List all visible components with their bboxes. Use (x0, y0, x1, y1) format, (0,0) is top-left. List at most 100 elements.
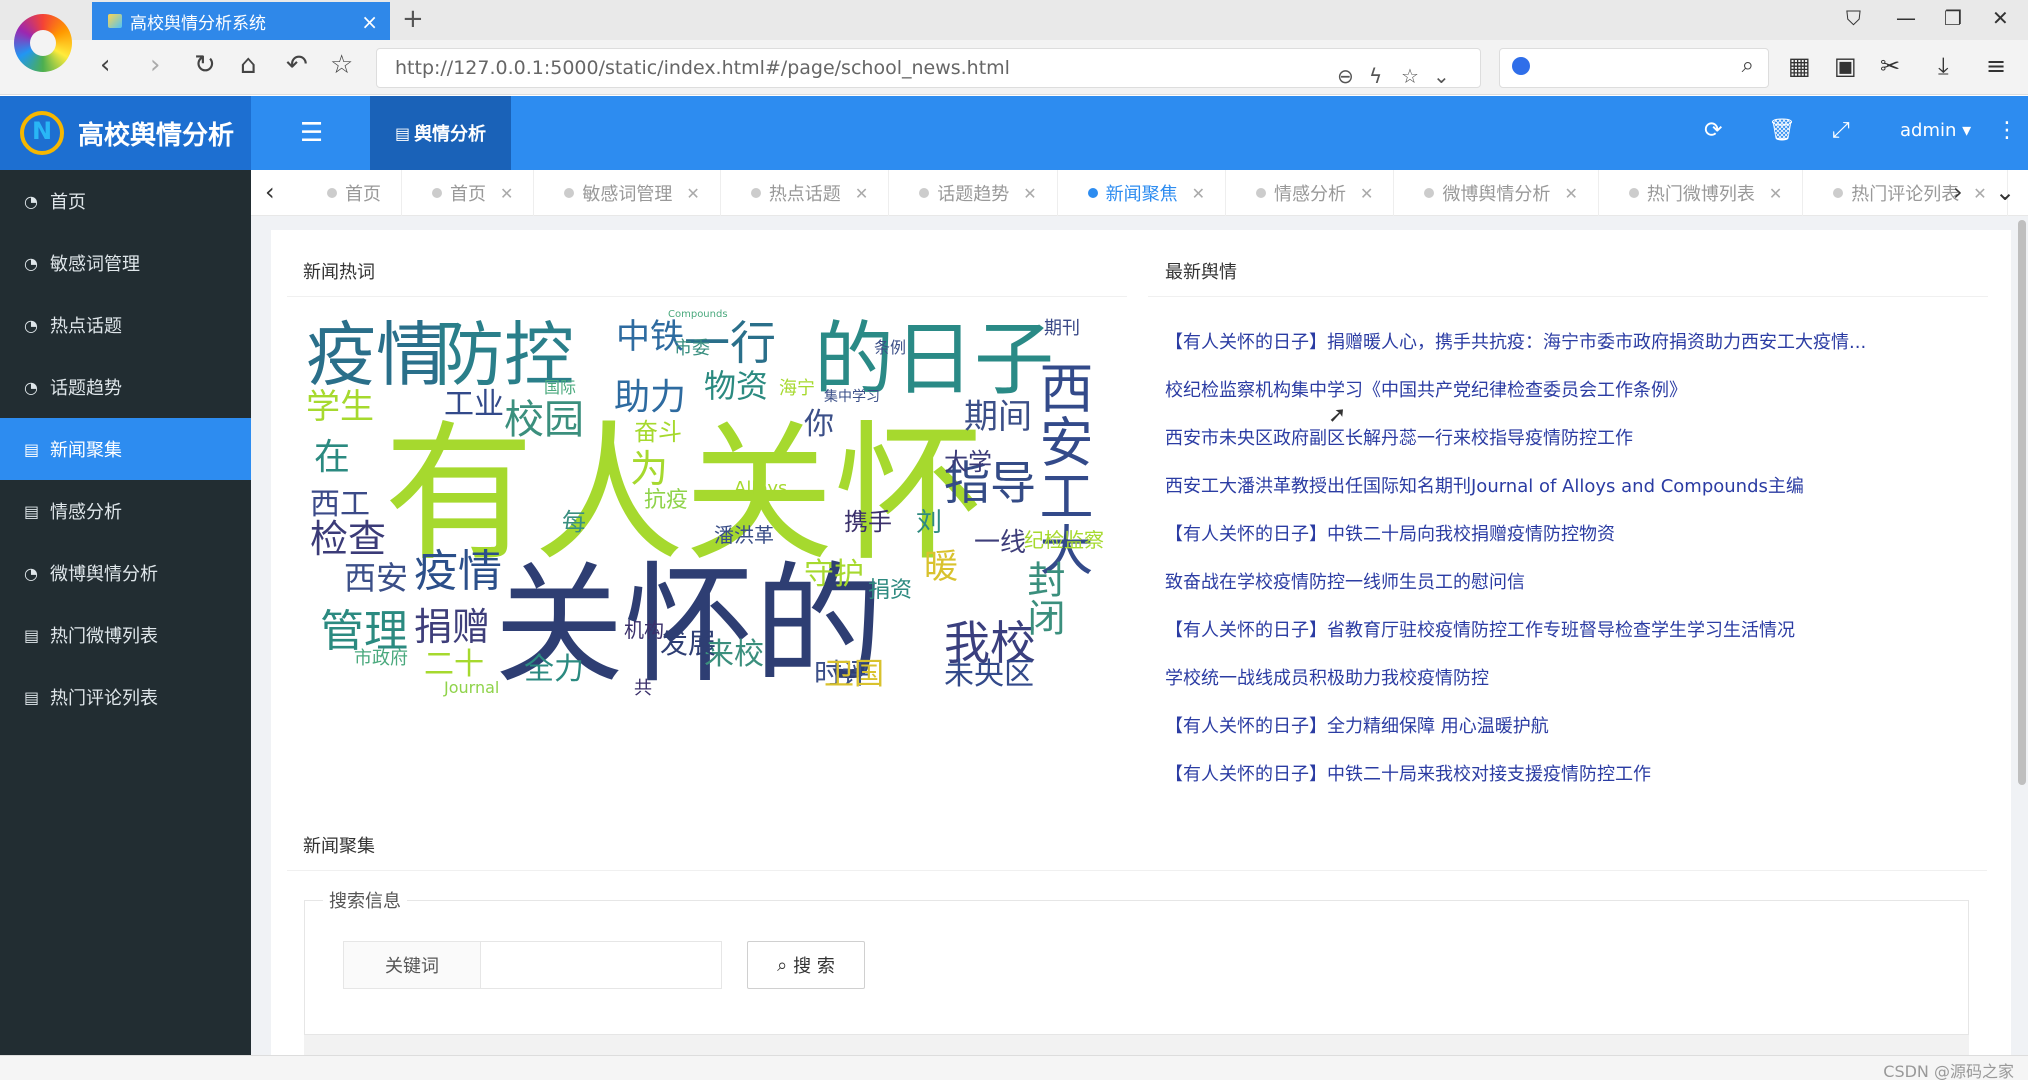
back-icon[interactable]: ‹ (100, 50, 110, 80)
sidebar-item-label: 首页 (50, 192, 86, 213)
close-window-icon[interactable]: ✕ (1992, 6, 2009, 30)
url-text: http://127.0.0.1:5000/static/index.html#… (395, 57, 1010, 79)
sidebar-item-topic-trends[interactable]: ◔ 话题趋势 (0, 356, 251, 418)
close-icon[interactable]: ✕ (500, 184, 513, 203)
undo-icon[interactable]: ↶ (286, 50, 308, 80)
page-tab[interactable]: 微博舆情分析 ✕ (1394, 170, 1599, 216)
news-link[interactable]: 致奋战在学校疫情防控一线师生员工的慰问信 (1165, 568, 1925, 616)
lightning-icon[interactable]: ϟ (1369, 57, 1382, 95)
close-icon[interactable]: ✕ (1192, 184, 1205, 203)
trash-icon[interactable]: 🗑 (1768, 118, 1796, 143)
sidebar-item-hot-weibo[interactable]: ▤ 热门微博列表 (0, 604, 251, 666)
search-button-label: 搜 索 (793, 956, 835, 977)
word-cloud-word: 暖 (924, 547, 958, 587)
wallet-icon[interactable]: ▣ (1834, 52, 1857, 80)
close-icon[interactable]: ✕ (1564, 184, 1577, 203)
divider (1148, 296, 1988, 297)
word-cloud-word: 大学 (944, 448, 992, 476)
close-icon[interactable]: ✕ (686, 184, 699, 203)
news-link[interactable]: 【有人关怀的日子】中铁二十局来我校对接支援疫情防控工作 (1165, 760, 1925, 808)
page-scrollbar[interactable] (2018, 220, 2026, 785)
forward-icon[interactable]: › (150, 50, 160, 80)
word-cloud-word: Alloys (734, 478, 788, 499)
news-link[interactable]: 西安工大潘洪革教授出任国际知名期刊Journal of Alloys and C… (1165, 472, 1925, 520)
chevron-down-icon[interactable]: ⌄ (1433, 57, 1450, 95)
sidebar-item-hot-comments[interactable]: ▤ 热门评论列表 (0, 666, 251, 728)
brand[interactable]: 高校舆情分析 (0, 96, 251, 170)
close-tab-icon[interactable]: × (361, 10, 378, 34)
sidebar-item-home[interactable]: ◔ 首页 (0, 170, 251, 232)
news-link[interactable]: 【有人关怀的日子】中铁二十局向我校捐赠疫情防控物资 (1165, 520, 1925, 568)
word-cloud-word: 集中学习 (824, 389, 880, 405)
page-tab[interactable]: 首页 ✕ (402, 170, 535, 216)
fullscreen-icon[interactable]: ⤢ (1832, 118, 1850, 143)
page-tab[interactable]: 热点话题 ✕ (721, 170, 890, 216)
search-icon[interactable]: ⌕ (1742, 53, 1754, 78)
top-module-tab[interactable]: ▤ 舆情分析 (370, 96, 511, 170)
keyword-input[interactable] (480, 941, 722, 989)
word-cloud-word: 市政府 (354, 648, 408, 669)
sidebar-item-hot-topics[interactable]: ◔ 热点话题 (0, 294, 251, 356)
browser-status-bar: CSDN @源码之家 (0, 1055, 2028, 1081)
page-tab-label: 微博舆情分析 (1442, 184, 1551, 205)
browser-nav-row: ‹ › ↻ ⌂ ↶ ☆ http://127.0.0.1:5000/static… (0, 44, 2028, 88)
search-button[interactable]: ⌕ 搜 索 (747, 941, 865, 989)
page-tab[interactable]: 情感分析 ✕ (1226, 170, 1395, 216)
browser-tab[interactable]: 高校舆情分析系统 × (92, 2, 390, 40)
page-tab[interactable]: 热门微博列表 ✕ (1599, 170, 1804, 216)
apps-grid-icon[interactable]: ▦ (1788, 52, 1811, 80)
sidebar-item-news-cluster[interactable]: ▤ 新闻聚集 (0, 418, 251, 480)
word-cloud-word: 助力 (614, 377, 687, 418)
zoom-icon[interactable]: ⊖ (1337, 57, 1354, 95)
chevron-left-icon[interactable]: ‹ (265, 178, 275, 206)
download-icon[interactable]: ⤓ (1938, 52, 1949, 80)
close-icon[interactable]: ✕ (855, 184, 868, 203)
reload-icon[interactable]: ↻ (194, 50, 216, 80)
address-bar[interactable]: http://127.0.0.1:5000/static/index.html#… (376, 48, 1481, 88)
tab-dot-icon (1628, 188, 1639, 198)
page-tab[interactable]: 敏感词管理 ✕ (534, 170, 721, 216)
menu-toggle-icon[interactable]: ☰ (300, 118, 323, 148)
word-cloud-word: 全力 (524, 652, 584, 687)
shirt-icon[interactable]: ⛉ (1846, 6, 1861, 30)
news-link[interactable]: 校纪检监察机构集中学习《中国共产党纪律检查委员会工作条例》 (1165, 376, 1925, 424)
page-tab[interactable]: 话题趋势 ✕ (889, 170, 1058, 216)
baidu-paw-icon (1512, 57, 1530, 75)
page-tab[interactable]: 首页 (297, 170, 402, 216)
bookmark-star-icon[interactable]: ☆ (1401, 57, 1419, 95)
word-cloud-word: 潘洪革 (714, 523, 774, 547)
new-tab-icon[interactable]: + (402, 4, 424, 34)
sidebar-item-weibo-analysis[interactable]: ◔ 微博舆情分析 (0, 542, 251, 604)
sidebar-item-sensitive-words[interactable]: ◔ 敏感词管理 (0, 232, 251, 294)
chevron-right-icon[interactable]: › (1953, 178, 1963, 206)
star-icon[interactable]: ☆ (330, 50, 353, 80)
close-icon[interactable]: ✕ (1769, 184, 1782, 203)
page-tab-label: 敏感词管理 (582, 184, 673, 205)
minimize-icon[interactable]: — (1896, 6, 1916, 30)
news-link[interactable]: 西安市未央区政府副区长解丹蕊一行来校指导疫情防控工作 (1165, 424, 1925, 472)
page-tab-active[interactable]: 新闻聚焦 ✕ (1058, 170, 1227, 216)
tab-dot-icon (750, 188, 761, 198)
restore-icon[interactable]: ❐ (1944, 6, 1962, 30)
close-icon[interactable]: ✕ (1360, 184, 1373, 203)
news-link[interactable]: 学校统一战线成员积极助力我校疫情防控 (1165, 664, 1925, 712)
tab-dot-icon (1256, 188, 1267, 198)
tab-dot-icon (1833, 188, 1844, 198)
menu-icon[interactable]: ≡ (1986, 52, 2006, 80)
file-icon: ▤ (24, 687, 40, 707)
home-icon[interactable]: ⌂ (240, 50, 257, 80)
user-menu[interactable]: admin ▾ (1900, 120, 1971, 141)
close-icon[interactable]: ✕ (1973, 184, 1986, 203)
page-tab[interactable]: 热门评论列表 ✕ (1803, 170, 2008, 216)
more-vertical-icon[interactable]: ⋮ (1996, 118, 2018, 143)
news-link[interactable]: 【有人关怀的日子】捐赠暖人心，携手共抗疫：海宁市委市政府捐资助力西安工大疫情..… (1165, 328, 1925, 376)
news-link[interactable]: 【有人关怀的日子】省教育厅驻校疫情防控工作专班督导检查学生学习生活情况 (1165, 616, 1925, 664)
news-link[interactable]: 【有人关怀的日子】全力精细保障 用心温暖护航 (1165, 712, 1925, 760)
chevron-down-icon[interactable]: ⌄ (1995, 178, 2015, 206)
close-icon[interactable]: ✕ (1023, 184, 1036, 203)
search-legend: 搜索信息 (323, 887, 407, 913)
refresh-icon[interactable]: ⟳ (1704, 118, 1722, 143)
browser-search-box[interactable]: ⌕ (1499, 48, 1769, 88)
sidebar-item-sentiment[interactable]: ▤ 情感分析 (0, 480, 251, 542)
scissors-icon[interactable]: ✂ (1880, 52, 1900, 80)
